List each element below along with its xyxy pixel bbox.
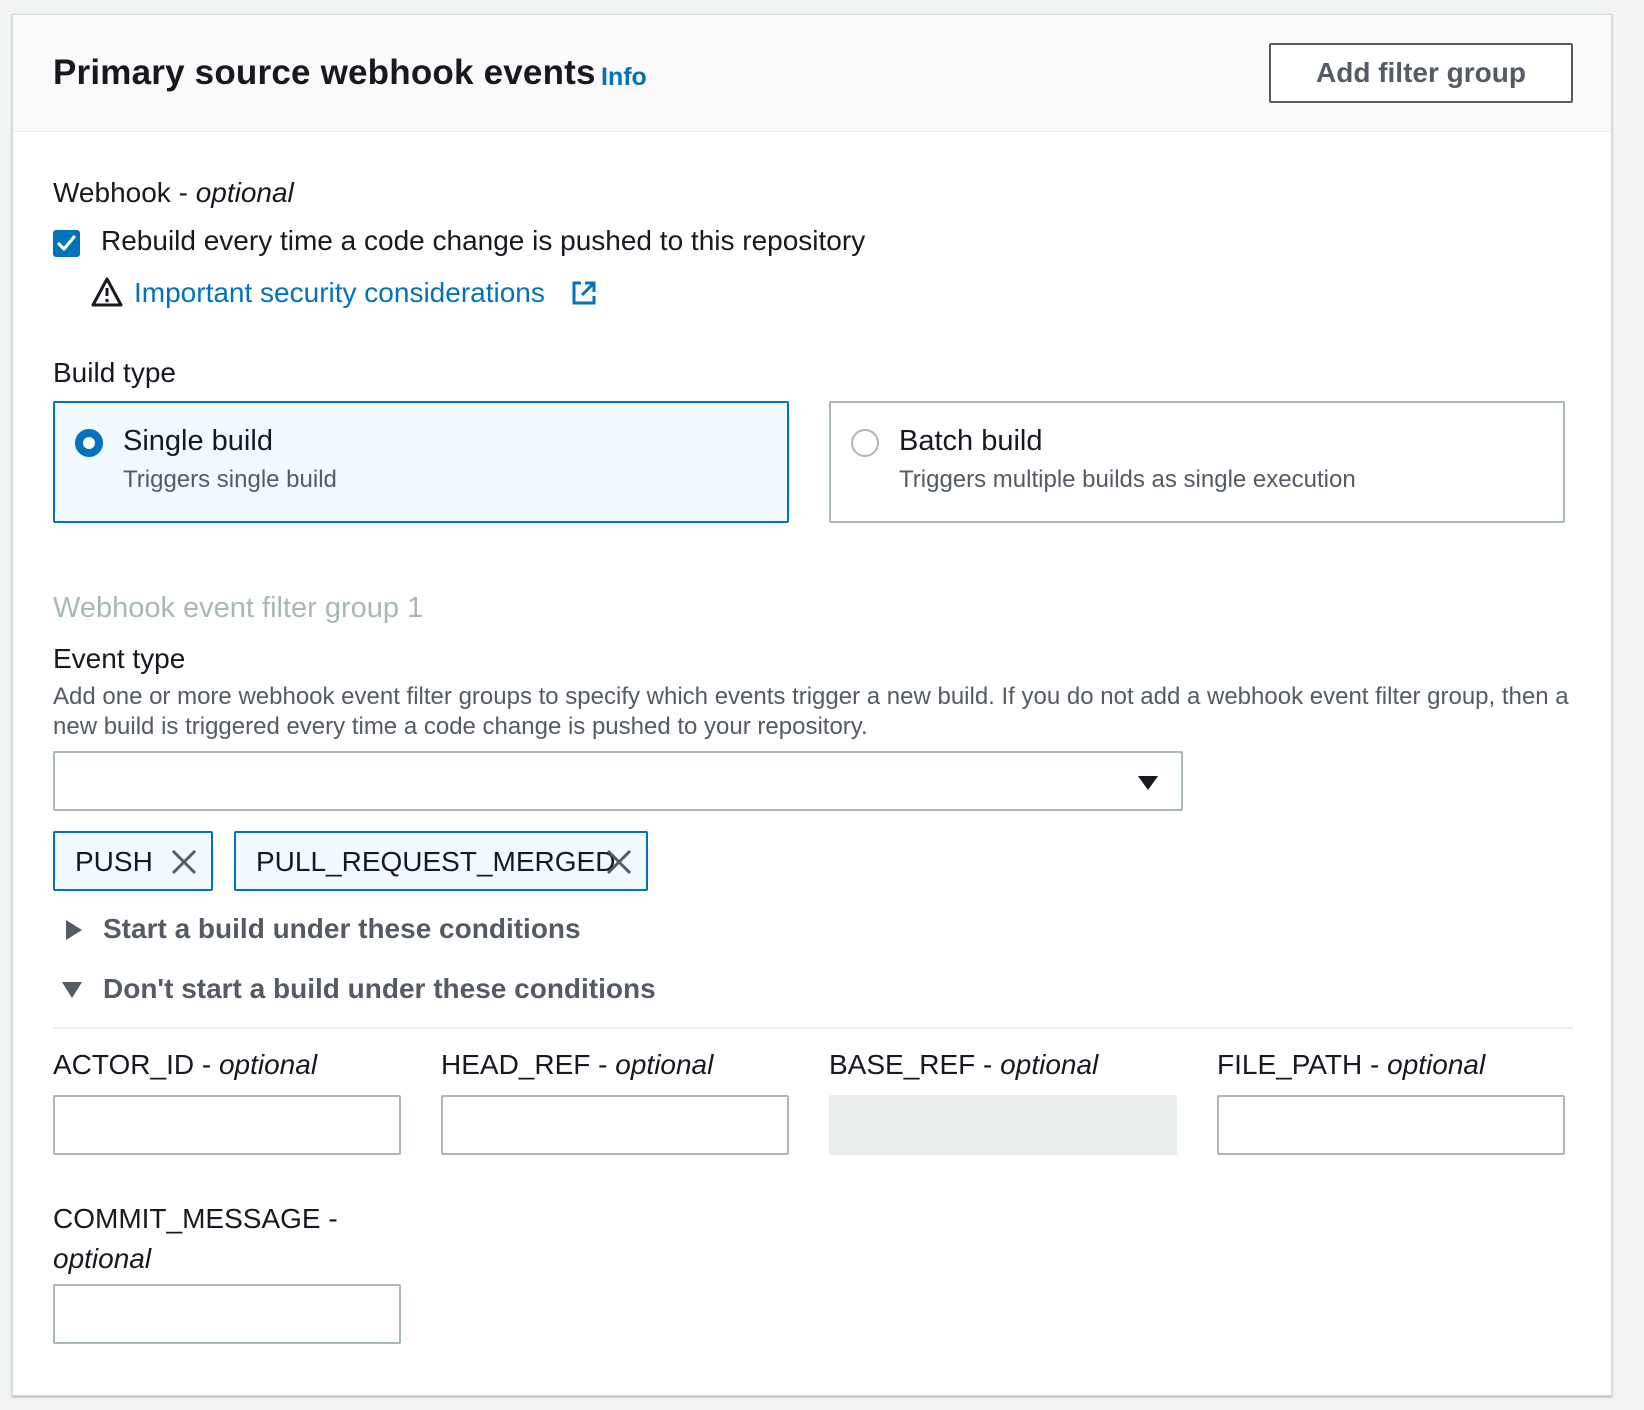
filter-group-heading: Webhook event filter group 1 [53, 592, 424, 624]
base-ref-input [829, 1095, 1177, 1155]
token-label: PULL_REQUEST_MERGED [256, 846, 616, 877]
checkmark-icon [57, 235, 76, 251]
event-type-description: Add one or more webhook event filter gro… [53, 683, 1569, 740]
batch-build-title: Batch build [899, 425, 1043, 457]
info-link[interactable]: Info [601, 63, 647, 92]
panel-header: Primary source webhook events Info Add f… [13, 15, 1611, 132]
external-link-icon[interactable] [571, 280, 597, 306]
webhook-optional-text: optional [195, 177, 294, 208]
event-type-label: Event type [53, 643, 186, 674]
optional-text: optional [53, 1243, 152, 1274]
optional-text: optional [218, 1049, 318, 1080]
caret-down-icon [1138, 776, 1158, 790]
add-filter-group-button[interactable]: Add filter group [1269, 43, 1573, 103]
rebuild-checkbox-label[interactable]: Rebuild every time a code change is push… [101, 225, 865, 257]
optional-text: optional [1387, 1049, 1486, 1080]
base-ref-label: BASE_REF - optional [829, 1049, 1099, 1080]
file-path-name: FILE_PATH [1217, 1049, 1363, 1080]
head-ref-label: HEAD_REF - optional [441, 1049, 714, 1080]
warning-icon [91, 277, 123, 307]
head-ref-name: HEAD_REF [441, 1049, 591, 1080]
remove-token-icon[interactable] [171, 849, 197, 875]
remove-token-icon[interactable] [606, 849, 632, 875]
optional-text: optional [615, 1049, 714, 1080]
single-build-radio[interactable] [75, 429, 103, 457]
webhook-label-separator: - [170, 177, 196, 208]
batch-build-option[interactable]: Batch build Triggers multiple builds as … [829, 401, 1565, 523]
rebuild-checkbox[interactable] [53, 230, 80, 257]
optional-text: optional [1000, 1049, 1099, 1080]
head-ref-input[interactable] [441, 1095, 789, 1155]
single-build-description: Triggers single build [123, 466, 337, 493]
security-considerations-link[interactable]: Important security considerations [134, 277, 545, 309]
batch-build-radio[interactable] [851, 429, 879, 457]
base-ref-name: BASE_REF [829, 1049, 976, 1080]
actor-id-input[interactable] [53, 1095, 401, 1155]
single-build-option[interactable]: Single build Triggers single build [53, 401, 789, 523]
actor-id-label: ACTOR_ID - optional [53, 1049, 318, 1080]
actor-id-name: ACTOR_ID [53, 1049, 195, 1080]
commit-message-label: COMMIT_MESSAGE - optional [53, 1203, 338, 1274]
batch-build-description: Triggers multiple builds as single execu… [899, 466, 1356, 493]
build-type-label: Build type [53, 357, 176, 388]
start-conditions-label[interactable]: Start a build under these conditions [103, 913, 581, 945]
divider [53, 1027, 1573, 1029]
webhook-label: Webhook - optional [53, 177, 294, 209]
file-path-input[interactable] [1217, 1095, 1565, 1155]
page-title: Primary source webhook events [53, 53, 596, 92]
event-type-select[interactable] [53, 751, 1183, 811]
token-label: PUSH [75, 846, 153, 877]
event-token-push: PUSH [53, 831, 213, 891]
event-token-pull-request-merged: PULL_REQUEST_MERGED [234, 831, 648, 891]
single-build-title: Single build [123, 425, 273, 457]
caret-right-icon [66, 920, 82, 940]
file-path-label: FILE_PATH - optional [1217, 1049, 1486, 1080]
webhook-events-panel: Primary source webhook events Info Add f… [12, 14, 1612, 1396]
webhook-label-text: Webhook [53, 177, 171, 208]
commit-message-name: COMMIT_MESSAGE [53, 1203, 321, 1234]
caret-down-icon [62, 982, 82, 998]
commit-message-input[interactable] [53, 1284, 401, 1344]
dont-start-conditions-label[interactable]: Don't start a build under these conditio… [103, 973, 656, 1005]
